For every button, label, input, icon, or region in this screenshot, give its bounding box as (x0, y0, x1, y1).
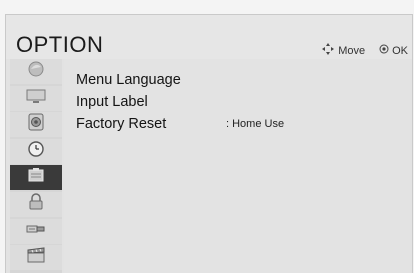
usb-icon (25, 220, 47, 243)
picture-icon (25, 60, 47, 83)
sidebar-item-usb[interactable] (10, 218, 62, 244)
sidebar-item-option[interactable] (10, 165, 62, 191)
option-icon (25, 166, 47, 189)
menu-item-label: Input Label (76, 94, 148, 110)
menu-item-value: : Home Use (226, 118, 285, 130)
sidebar-item-time[interactable] (10, 138, 62, 164)
key-hints: Move OK (321, 42, 408, 59)
category-sidebar (10, 59, 62, 273)
sidebar-item-audio[interactable] (10, 112, 62, 138)
clock-icon (25, 140, 47, 163)
page-title: OPTION (16, 32, 104, 57)
ok-button-icon (379, 44, 389, 57)
speaker-icon (25, 113, 47, 136)
option-menu-panel: Menu Language Input Label Factory Reset … (64, 59, 410, 273)
menu-item-input-label[interactable]: Input Label (76, 94, 148, 110)
move-arrows-icon (321, 42, 335, 59)
sidebar-item-media[interactable] (10, 245, 62, 271)
menu-header: OPTION Move OK (6, 15, 412, 59)
osd-window: OPTION Move OK Menu Language Input Label… (5, 14, 413, 273)
menu-item-label: Menu Language (76, 72, 181, 88)
ok-label: OK (392, 44, 408, 57)
menu-item-label: Factory Reset (76, 116, 167, 132)
lock-icon (25, 193, 47, 216)
sidebar-item-picture[interactable] (10, 59, 62, 84)
move-label: Move (338, 44, 366, 57)
screen-icon (25, 87, 47, 110)
menu-item-menu-language[interactable]: Menu Language (76, 72, 181, 88)
ok-hint: OK (379, 44, 408, 57)
menu-item-factory-reset[interactable]: Factory Reset : Home Use (76, 116, 284, 132)
clapboard-icon (25, 246, 47, 269)
sidebar-item-lock[interactable] (10, 191, 62, 217)
move-hint: Move (321, 42, 365, 59)
sidebar-item-screen[interactable] (10, 85, 62, 111)
